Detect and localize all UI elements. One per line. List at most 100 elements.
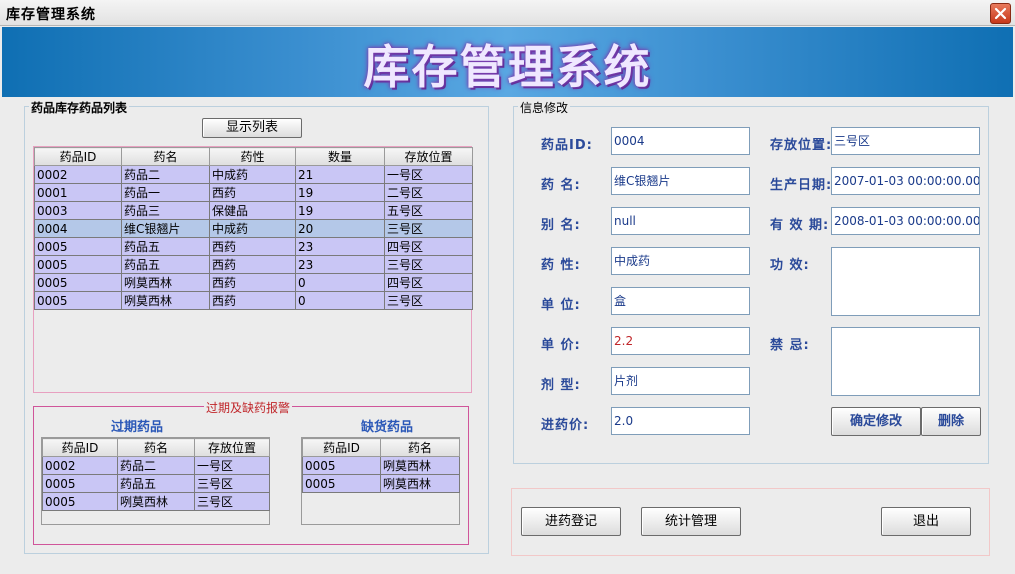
col-location[interactable]: 存放位置 bbox=[384, 147, 473, 166]
cell-nature: 西药 bbox=[209, 183, 296, 202]
price-field[interactable]: 2.2 bbox=[611, 327, 750, 355]
table-row[interactable]: 0005 咧莫西林 西药 0 三号区 bbox=[34, 291, 473, 310]
cell-id: 0005 bbox=[34, 273, 122, 292]
delete-button[interactable]: 删除 bbox=[921, 407, 981, 436]
table-row[interactable]: 0005 咧莫西林 bbox=[302, 456, 460, 475]
confirm-edit-button[interactable]: 确定修改 bbox=[831, 407, 921, 436]
location-field[interactable]: 三号区 bbox=[831, 127, 980, 155]
cell-name: 药品一 bbox=[121, 183, 210, 202]
nature-field[interactable]: 中成药 bbox=[611, 247, 750, 275]
effect-textarea[interactable] bbox=[831, 247, 980, 316]
table-row-selected[interactable]: 0004 维C银翘片 中成药 20 三号区 bbox=[34, 219, 473, 238]
delete-label: 删除 bbox=[937, 414, 964, 429]
stats-label: 统计管理 bbox=[664, 514, 717, 529]
cell-id: 0005 bbox=[34, 291, 122, 310]
col-drug-id[interactable]: 药品ID bbox=[34, 147, 122, 166]
cell-name: 药品五 bbox=[117, 474, 195, 493]
alias-label: 别 名: bbox=[541, 218, 581, 233]
prod-date-label: 生产日期: bbox=[770, 178, 833, 193]
cell-location: 三号区 bbox=[384, 219, 473, 238]
register-button[interactable]: 进药登记 bbox=[521, 507, 621, 536]
cell-nature: 中成药 bbox=[209, 165, 296, 184]
confirm-edit-label: 确定修改 bbox=[849, 414, 902, 429]
id-label: 药品ID: bbox=[541, 138, 593, 153]
cell-nature: 西药 bbox=[209, 237, 296, 256]
cell-location: 二号区 bbox=[384, 183, 473, 202]
taboo-label: 禁 忌: bbox=[770, 338, 810, 353]
banner: 库存管理系统 bbox=[2, 27, 1013, 97]
cell-id: 0002 bbox=[34, 165, 122, 184]
table-row[interactable]: 0005 药品五 西药 23 四号区 bbox=[34, 237, 473, 256]
exit-label: 退出 bbox=[912, 514, 939, 529]
cell-nature: 西药 bbox=[209, 255, 296, 274]
prod-date-field[interactable]: 2007-01-03 00:00:00.000 bbox=[831, 167, 980, 195]
price-label: 单 价: bbox=[541, 338, 581, 353]
close-button[interactable] bbox=[990, 3, 1011, 24]
drug-table[interactable]: 药品ID 药名 药性 数量 存放位置 0002 药品二 中成药 21 一号区 0… bbox=[34, 147, 473, 310]
table-row[interactable]: 0005 咧莫西林 西药 0 四号区 bbox=[34, 273, 473, 292]
cell-location: 三号区 bbox=[384, 291, 473, 310]
cell-name: 维C银翘片 bbox=[121, 219, 210, 238]
cell-quantity: 23 bbox=[295, 255, 385, 274]
col-drug-name[interactable]: 药名 bbox=[121, 147, 210, 166]
cell-id: 0004 bbox=[34, 219, 122, 238]
cell-location: 三号区 bbox=[194, 474, 270, 493]
name-field[interactable]: 维C银翘片 bbox=[611, 167, 750, 195]
id-field[interactable]: 0004 bbox=[611, 127, 750, 155]
close-icon bbox=[994, 7, 1007, 20]
table-row[interactable]: 0005 药品五 三号区 bbox=[42, 474, 270, 493]
form-field[interactable]: 片剂 bbox=[611, 367, 750, 395]
expired-table[interactable]: 药品ID 药名 存放位置 0002 药品二 一号区 0005 药品五 三号区 0… bbox=[42, 438, 270, 511]
shortage-table-header: 药品ID 药名 bbox=[302, 438, 460, 457]
cell-id: 0005 bbox=[34, 237, 122, 256]
expiry-field[interactable]: 2008-01-03 00:00:00.000 bbox=[831, 207, 980, 235]
col-drug-name[interactable]: 药名 bbox=[117, 438, 195, 457]
table-row[interactable]: 0002 药品二 中成药 21 一号区 bbox=[34, 165, 473, 184]
shortage-table[interactable]: 药品ID 药名 0005 咧莫西林 0005 咧莫西林 bbox=[302, 438, 460, 493]
cell-id: 0005 bbox=[42, 474, 118, 493]
title-bar: 库存管理系统 bbox=[0, 0, 1015, 26]
cell-name: 咧莫西林 bbox=[380, 456, 460, 475]
cell-nature: 西药 bbox=[209, 291, 296, 310]
unit-field[interactable]: 盒 bbox=[611, 287, 750, 315]
table-row[interactable]: 0005 咧莫西林 三号区 bbox=[42, 492, 270, 511]
col-drug-nature[interactable]: 药性 bbox=[209, 147, 296, 166]
cell-quantity: 19 bbox=[295, 183, 385, 202]
cell-quantity: 0 bbox=[295, 273, 385, 292]
cell-nature: 中成药 bbox=[209, 219, 296, 238]
table-row[interactable]: 0003 药品三 保健品 19 五号区 bbox=[34, 201, 473, 220]
taboo-textarea[interactable] bbox=[831, 327, 980, 396]
cell-location: 一号区 bbox=[384, 165, 473, 184]
cell-id: 0005 bbox=[34, 255, 122, 274]
col-drug-name[interactable]: 药名 bbox=[380, 438, 460, 457]
table-row[interactable]: 0005 药品五 西药 23 三号区 bbox=[34, 255, 473, 274]
effect-label: 功 效: bbox=[770, 258, 810, 273]
cell-quantity: 19 bbox=[295, 201, 385, 220]
table-row[interactable]: 0005 咧莫西林 bbox=[302, 474, 460, 493]
cost-field[interactable]: 2.0 bbox=[611, 407, 750, 435]
col-quantity[interactable]: 数量 bbox=[295, 147, 385, 166]
form-label: 剂 型: bbox=[541, 378, 581, 393]
cell-location: 三号区 bbox=[194, 492, 270, 511]
exit-button[interactable]: 退出 bbox=[881, 507, 971, 536]
cell-name: 药品五 bbox=[121, 255, 210, 274]
col-location[interactable]: 存放位置 bbox=[194, 438, 270, 457]
shortage-title: 缺货药品 bbox=[361, 420, 414, 435]
drug-table-header: 药品ID 药名 药性 数量 存放位置 bbox=[34, 147, 473, 166]
cell-name: 药品二 bbox=[117, 456, 195, 475]
location-label: 存放位置: bbox=[770, 138, 833, 153]
col-drug-id[interactable]: 药品ID bbox=[42, 438, 118, 457]
cell-location: 五号区 bbox=[384, 201, 473, 220]
col-drug-id[interactable]: 药品ID bbox=[302, 438, 381, 457]
cell-nature: 西药 bbox=[209, 273, 296, 292]
alias-field[interactable]: null bbox=[611, 207, 750, 235]
drug-list-legend: 药品库存药品列表 bbox=[29, 99, 130, 116]
stats-button[interactable]: 统计管理 bbox=[641, 507, 741, 536]
table-row[interactable]: 0001 药品一 西药 19 二号区 bbox=[34, 183, 473, 202]
cell-id: 0003 bbox=[34, 201, 122, 220]
table-row[interactable]: 0002 药品二 一号区 bbox=[42, 456, 270, 475]
expiry-label: 有 效 期: bbox=[770, 218, 830, 233]
show-list-button[interactable]: 显示列表 bbox=[202, 118, 302, 138]
banner-title: 库存管理系统 bbox=[363, 40, 652, 94]
cell-quantity: 23 bbox=[295, 237, 385, 256]
